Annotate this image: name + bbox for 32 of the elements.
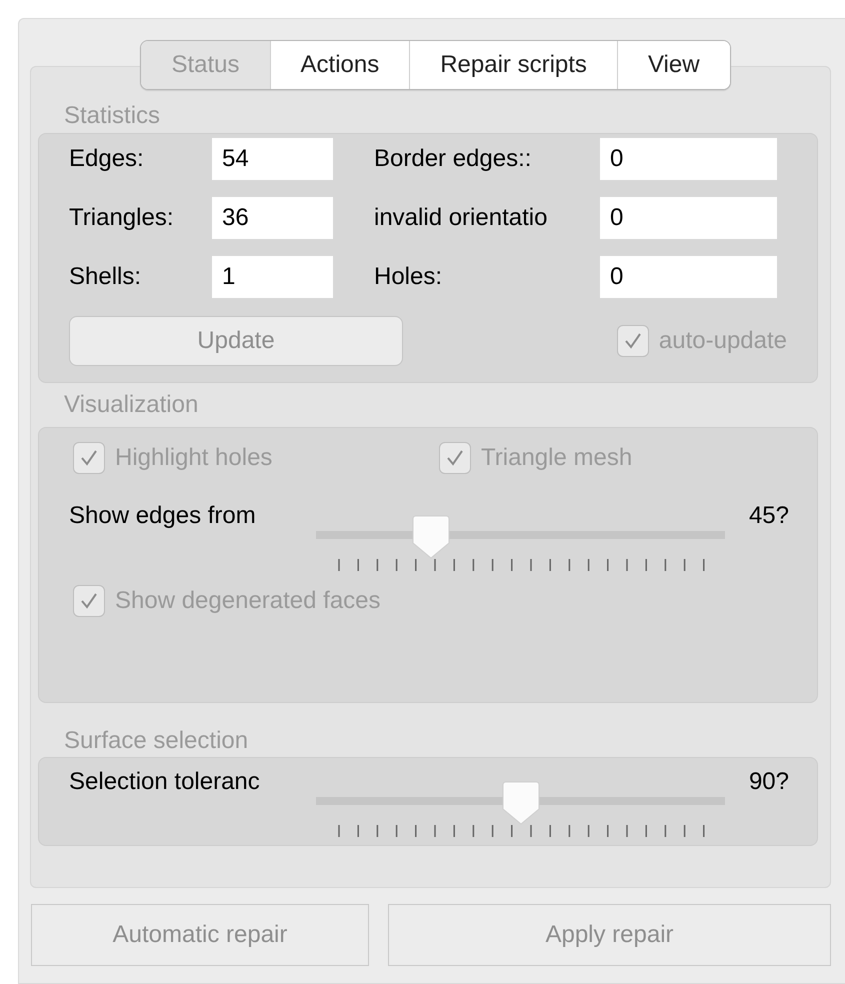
slider-label: Selection toleranc: [69, 767, 261, 796]
tab[interactable]: Actions: [270, 41, 410, 89]
section-title: Surface selection: [63, 729, 250, 753]
slider-label: Show edges from: [69, 501, 257, 530]
slider-thumb[interactable]: [502, 781, 540, 825]
section-title: Statistics: [63, 104, 162, 128]
checkbox-label: Show degenerated faces: [115, 587, 381, 615]
tab[interactable]: Repair scripts: [409, 41, 617, 89]
checkbox-label: Highlight holes: [115, 444, 272, 472]
section-title: Visualization: [63, 393, 200, 417]
field-label: Border edges::: [374, 145, 532, 173]
field-label: Edges:: [69, 145, 145, 173]
tab[interactable]: View: [616, 41, 730, 89]
field-label: Holes:: [374, 263, 444, 291]
slider-value: 90?: [748, 767, 790, 796]
value-field[interactable]: 36: [212, 197, 333, 239]
slider-thumb[interactable]: [412, 515, 450, 559]
value-field[interactable]: 0: [600, 138, 777, 180]
checkmark-icon: [79, 448, 99, 468]
value-field[interactable]: 0: [600, 197, 777, 239]
checkmark-icon: [445, 448, 465, 468]
field-label: Shells:: [69, 263, 142, 291]
value-field[interactable]: 0: [600, 256, 777, 298]
field-label: Triangles:: [69, 204, 174, 232]
checkmark-icon: [622, 331, 643, 351]
field-label: invalid orientatio: [374, 204, 548, 232]
slider-value: 45?: [748, 501, 790, 530]
checkmark-icon: [79, 591, 99, 611]
value-field[interactable]: 54: [212, 138, 333, 180]
value-field[interactable]: 1: [212, 256, 333, 298]
checkbox-label: auto-update: [658, 327, 787, 355]
checkbox-label: Triangle mesh: [481, 444, 632, 472]
